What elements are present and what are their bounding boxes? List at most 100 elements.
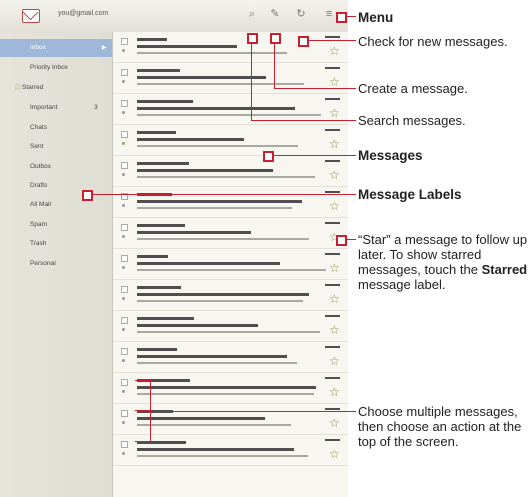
callout-line [270,155,356,156]
message-row[interactable]: ☆ [113,156,348,187]
snippet-placeholder [137,238,309,240]
callout-line [88,194,356,195]
callout-line [135,441,150,442]
date-placeholder [325,439,340,441]
sender-placeholder [137,162,189,165]
callout-line [274,88,356,89]
message-row[interactable]: ☆ [113,249,348,280]
snippet-placeholder [137,331,320,333]
menu-icon[interactable]: ≡ [322,7,336,21]
sidebar-item-priority-inbox[interactable]: Priority Inbox [0,59,112,77]
message-row[interactable]: ☆ [113,435,348,466]
message-row[interactable]: ☆ [113,218,348,249]
date-placeholder [325,67,340,69]
select-checkbox[interactable] [121,162,128,169]
search-icon[interactable]: ⌕ [245,7,259,21]
message-row[interactable]: ☆ [113,373,348,404]
sidebar-item-sent[interactable]: Sent [0,138,112,156]
sidebar-item-spam[interactable]: Spam [0,216,112,234]
snippet-placeholder [137,52,287,54]
select-checkbox[interactable] [121,69,128,76]
subject-placeholder [137,45,237,48]
date-placeholder [325,346,340,348]
mail-icon [22,9,40,23]
snippet-placeholder [137,176,315,178]
select-checkbox[interactable] [121,441,128,448]
star-icon[interactable]: ☆ [329,292,340,306]
snippet-placeholder [137,393,314,395]
message-row[interactable]: ☆ [113,342,348,373]
compose-icon[interactable]: ✎ [268,7,282,21]
sidebar-item-chats[interactable]: Chats [0,119,112,137]
annotation-messages: Messages [358,148,423,163]
importance-marker [122,359,125,362]
callout-marker [336,235,347,246]
sidebar-item-starred[interactable]: ☆ Starred [0,79,112,97]
message-row[interactable]: ☆ [113,280,348,311]
star-icon[interactable]: ☆ [329,354,340,368]
message-row[interactable]: ☆ [113,125,348,156]
message-row[interactable]: ☆ [113,63,348,94]
annotation-labels: Message Labels [358,187,462,202]
sidebar-item-drafts[interactable]: Drafts [0,177,112,195]
sidebar-item-personal[interactable]: Personal [0,255,112,273]
sidebar-item-important[interactable]: Important 3 [0,99,112,117]
select-checkbox[interactable] [121,255,128,262]
annotation-star: “Star” a message to follow up later. To … [358,232,528,292]
select-checkbox[interactable] [121,317,128,324]
star-icon[interactable]: ☆ [329,106,340,120]
subject-placeholder [137,448,294,451]
sidebar-item-trash[interactable]: Trash [0,235,112,253]
subject-placeholder [137,107,295,110]
date-placeholder [325,284,340,286]
star-icon[interactable]: ☆ [329,199,340,213]
message-row[interactable]: ☆ [113,32,348,63]
star-icon[interactable]: ☆ [329,261,340,275]
date-placeholder [325,253,340,255]
subject-placeholder [137,355,287,358]
star-icon[interactable]: ☆ [329,416,340,430]
star-icon[interactable]: ☆ [329,137,340,151]
snippet-placeholder [137,362,297,364]
subject-placeholder [137,293,309,296]
date-placeholder [325,222,340,224]
refresh-icon[interactable]: ↻ [294,7,308,21]
importance-marker [122,390,125,393]
star-icon[interactable]: ☆ [329,75,340,89]
star-icon[interactable]: ☆ [329,168,340,182]
sender-placeholder [137,100,193,103]
select-checkbox[interactable] [121,286,128,293]
star-icon[interactable]: ☆ [329,385,340,399]
select-checkbox[interactable] [121,131,128,138]
star-icon[interactable]: ☆ [329,447,340,461]
annotation-menu: Menu [358,10,394,25]
importance-marker [122,80,125,83]
select-checkbox[interactable] [121,379,128,386]
importance-marker [122,49,125,52]
callout-marker [298,36,309,47]
subject-placeholder [137,417,265,420]
message-row[interactable]: ☆ [113,187,348,218]
callout-line [304,40,356,41]
select-checkbox[interactable] [121,348,128,355]
message-row[interactable]: ☆ [113,404,348,435]
select-checkbox[interactable] [121,224,128,231]
sidebar-item-outbox[interactable]: Outbox [0,158,112,176]
label-sidebar: Inbox ▶ Priority Inbox ☆ Starred Important… [0,32,113,497]
select-checkbox[interactable] [121,100,128,107]
sidebar-item-all-mail[interactable]: All Mail [0,196,112,214]
subject-placeholder [137,324,258,327]
snippet-placeholder [137,300,303,302]
sender-placeholder [137,286,181,289]
select-checkbox[interactable] [121,38,128,45]
subject-placeholder [137,231,251,234]
select-checkbox[interactable] [121,410,128,417]
date-placeholder [325,36,340,38]
callout-line [251,34,252,120]
star-icon[interactable]: ☆ [329,323,340,337]
star-icon[interactable]: ☆ [329,44,340,58]
message-row[interactable]: ☆ [113,311,348,342]
subject-placeholder [137,76,266,79]
date-placeholder [325,98,340,100]
sidebar-item-inbox[interactable]: Inbox ▶ [0,39,112,57]
